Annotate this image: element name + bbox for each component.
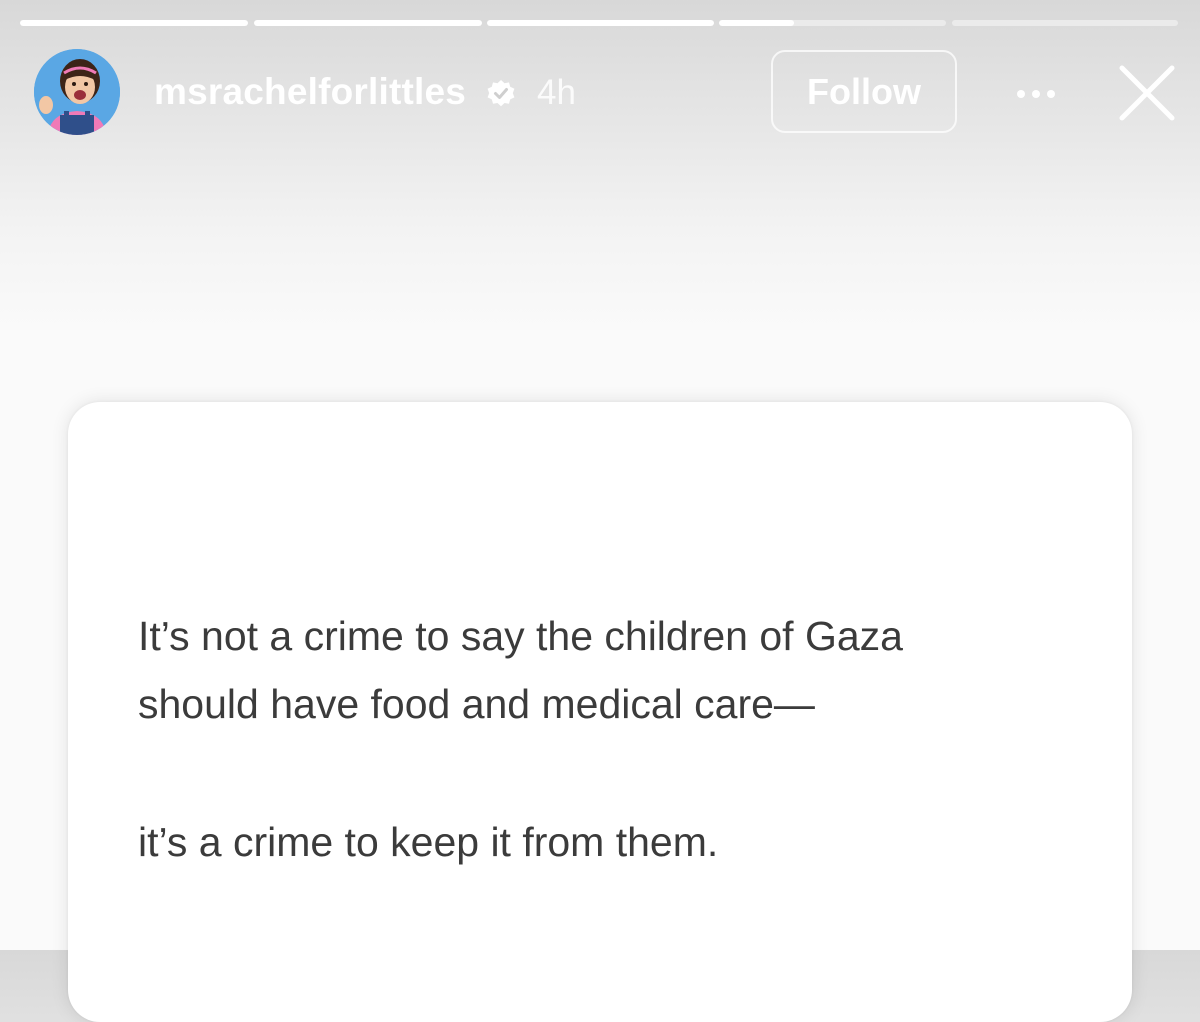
username[interactable]: msrachelforlittles — [154, 70, 466, 114]
verified-badge-icon — [486, 79, 516, 109]
progress-segment-1 — [20, 20, 248, 26]
progress-segment-2 — [254, 20, 482, 26]
more-options-button[interactable] — [1008, 74, 1072, 114]
post-text-line-2: should have food and medical care— — [138, 681, 815, 727]
progress-segment-4 — [719, 20, 946, 26]
story-progress-bar — [20, 20, 1198, 26]
close-button[interactable] — [1112, 62, 1182, 128]
close-icon — [1119, 65, 1175, 121]
timestamp: 4h — [537, 73, 576, 112]
progress-segment-3 — [487, 20, 714, 26]
progress-segment-fill — [719, 20, 794, 26]
follow-button[interactable]: Follow — [771, 50, 957, 133]
more-options-icon — [1017, 90, 1055, 98]
profile-photo — [34, 49, 120, 135]
post-text-line-3: it’s a crime to keep it from them. — [138, 819, 719, 865]
post-text-line-1: It’s not a crime to say the children of … — [138, 613, 903, 659]
progress-segment-5 — [952, 20, 1178, 26]
progress-segment-fill — [254, 20, 482, 26]
progress-segment-fill — [20, 20, 248, 26]
progress-segment-fill — [487, 20, 714, 26]
avatar[interactable] — [34, 49, 120, 135]
